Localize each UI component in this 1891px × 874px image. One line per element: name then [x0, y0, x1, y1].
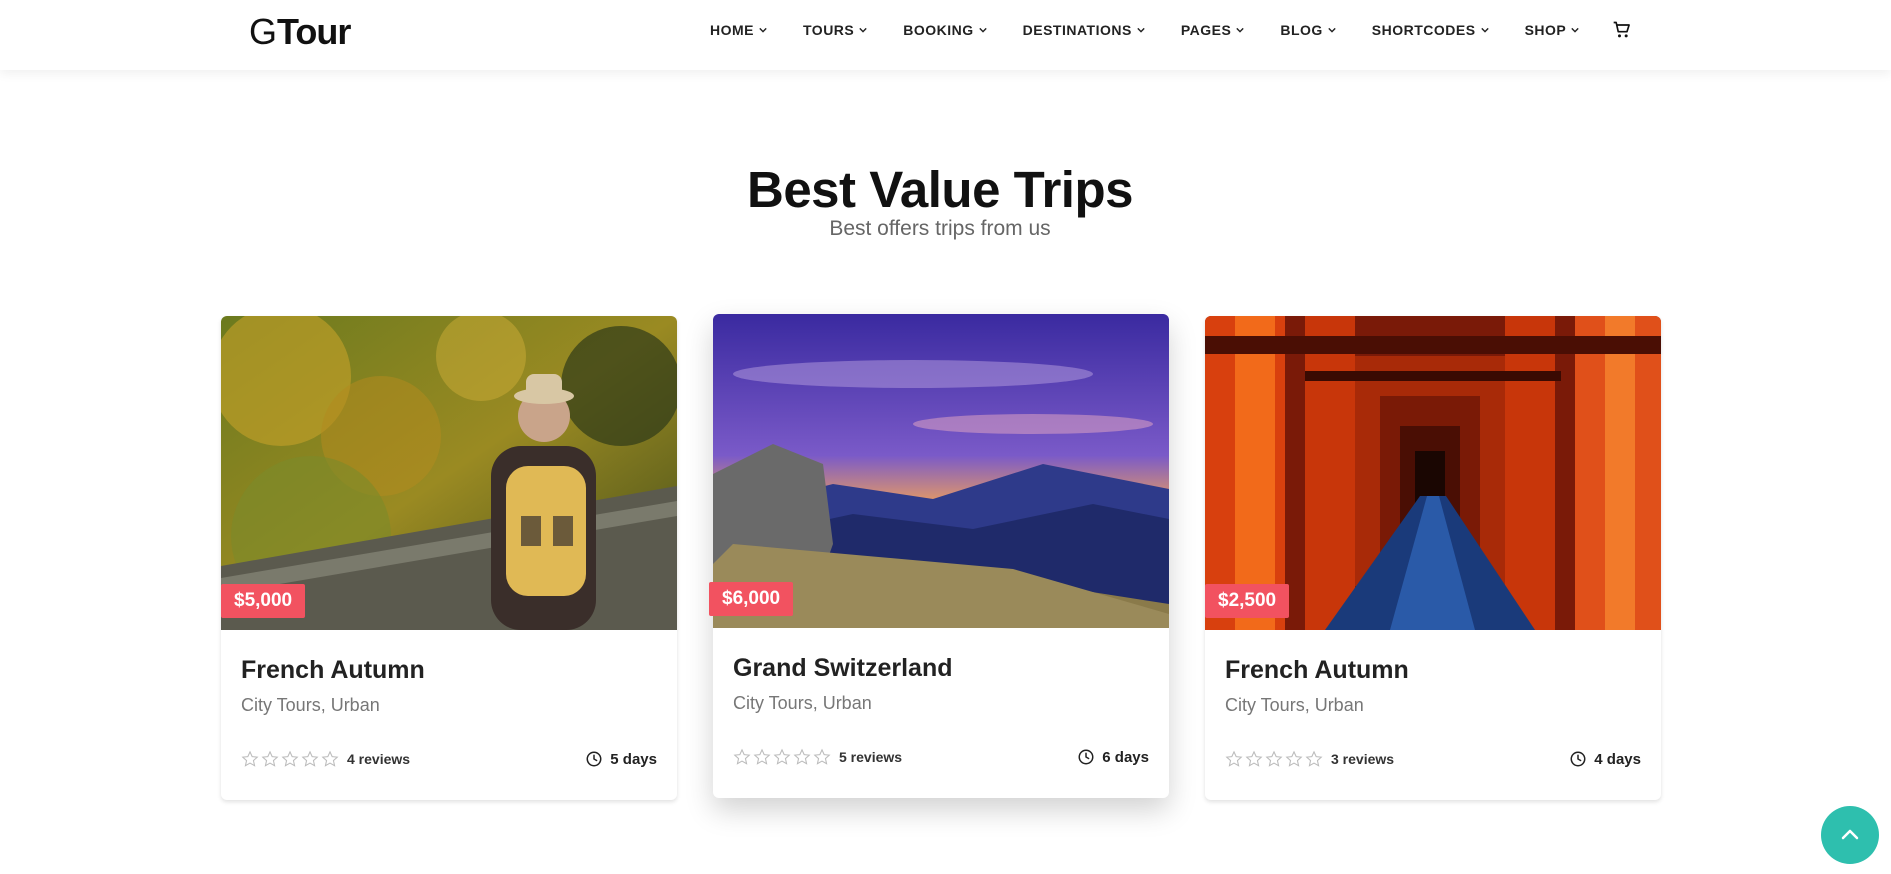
site-header: G Tour HOME TOURS BOOKING DESTINATIONS PA… [0, 0, 1891, 70]
reviews-count: 4 reviews [347, 751, 411, 767]
trip-card[interactable]: $5,000 French Autumn City Tours, Urban 4… [221, 316, 677, 800]
nav-item-home[interactable]: HOME [710, 22, 767, 38]
nav-item-destinations[interactable]: DESTINATIONS [1023, 22, 1145, 38]
clock-icon [1078, 749, 1094, 765]
trip-image[interactable] [713, 314, 1169, 628]
nav-label: SHOP [1524, 22, 1567, 38]
trip-duration: 5 days [585, 750, 657, 768]
duration-label: 5 days [610, 750, 657, 768]
trip-categories: City Tours, Urban [1225, 695, 1364, 715]
price-badge: $6,000 [709, 582, 794, 616]
card-meta: 5 reviews 6 days [733, 746, 1149, 768]
trip-title[interactable]: French Autumn [1225, 656, 1641, 685]
star-icon [773, 748, 791, 765]
star-icon [1305, 750, 1323, 767]
main-nav: HOME TOURS BOOKING DESTINATIONS PAGES BL… [710, 18, 1615, 42]
nav-item-pages[interactable]: PAGES [1180, 22, 1245, 38]
card-body: French Autumn City Tours, Urban [241, 656, 657, 716]
reviews-count: 5 reviews [839, 749, 903, 765]
trip-categories: City Tours, Urban [241, 695, 380, 715]
section-subtitle: Best offers trips from us [829, 217, 1051, 240]
star-icon [813, 748, 831, 765]
clock-icon [586, 751, 602, 767]
star-icon [241, 750, 259, 767]
price-badge: $2,500 [1205, 584, 1290, 618]
chevron-down-icon [978, 27, 987, 33]
chevron-down-icon [1480, 27, 1489, 33]
star-icon [261, 750, 279, 767]
nav-item-booking[interactable]: BOOKING [903, 22, 987, 38]
duration-label: 4 days [1594, 750, 1641, 768]
star-icon [1265, 750, 1283, 767]
card-meta: 4 reviews 5 days [241, 748, 657, 770]
reviews-count: 3 reviews [1331, 751, 1395, 767]
trip-categories: City Tours, Urban [733, 693, 872, 713]
clock-icon [1570, 751, 1586, 767]
nav-label: TOURS [803, 22, 855, 38]
chevron-down-icon [759, 27, 767, 33]
rating-stars [241, 750, 341, 768]
trip-duration: 6 days [1077, 748, 1149, 766]
chevron-down-icon [1137, 27, 1145, 33]
star-icon [1285, 750, 1303, 767]
nav-item-shop[interactable]: SHOP [1525, 22, 1580, 38]
site-logo[interactable]: G Tour [249, 8, 351, 56]
star-icon [753, 748, 771, 765]
trip-image[interactable] [221, 316, 677, 630]
rating-stars [1225, 750, 1325, 768]
trip-duration: 4 days [1569, 750, 1641, 768]
card-meta: 3 reviews 4 days [1225, 748, 1641, 770]
star-icon [301, 750, 319, 767]
chevron-up-icon [1841, 829, 1859, 840]
nav-item-blog[interactable]: BLOG [1280, 22, 1336, 38]
star-icon [793, 748, 811, 765]
nav-label: BLOG [1280, 22, 1323, 38]
trip-image[interactable] [1205, 316, 1661, 630]
trip-card[interactable]: $2,500 French Autumn City Tours, Urban 3… [1205, 316, 1661, 800]
nav-label: BOOKING [903, 22, 974, 38]
nav-label: SHORTCODES [1371, 22, 1476, 38]
shopping-cart-icon[interactable] [1612, 20, 1632, 40]
duration-label: 6 days [1102, 748, 1149, 766]
star-icon [733, 748, 751, 765]
nav-label: PAGES [1180, 22, 1232, 38]
chevron-down-icon [1571, 27, 1579, 33]
star-icon [1245, 750, 1263, 767]
back-to-top-button[interactable] [1821, 806, 1879, 864]
star-icon [281, 750, 299, 767]
trip-title[interactable]: French Autumn [241, 656, 657, 685]
logo-suffix: Tour [277, 11, 351, 52]
star-icon [321, 750, 339, 767]
card-body: Grand Switzerland City Tours, Urban [733, 654, 1149, 714]
chevron-down-icon [859, 27, 867, 33]
chevron-down-icon [1328, 27, 1336, 33]
chevron-down-icon [1236, 27, 1245, 33]
section-title: Best Value Trips [746, 161, 1134, 218]
nav-label: DESTINATIONS [1022, 22, 1132, 38]
nav-item-shortcodes[interactable]: SHORTCODES [1372, 22, 1489, 38]
logo-prefix: G [249, 11, 277, 52]
trip-title[interactable]: Grand Switzerland [733, 654, 1149, 683]
trip-card[interactable]: $6,000 Grand Switzerland City Tours, Urb… [709, 314, 1169, 798]
star-icon [1225, 750, 1243, 767]
rating-stars [733, 748, 833, 766]
card-body: French Autumn City Tours, Urban [1225, 656, 1641, 716]
price-badge: $5,000 [221, 584, 306, 618]
nav-label: HOME [710, 22, 754, 38]
nav-item-tours[interactable]: TOURS [803, 22, 867, 38]
